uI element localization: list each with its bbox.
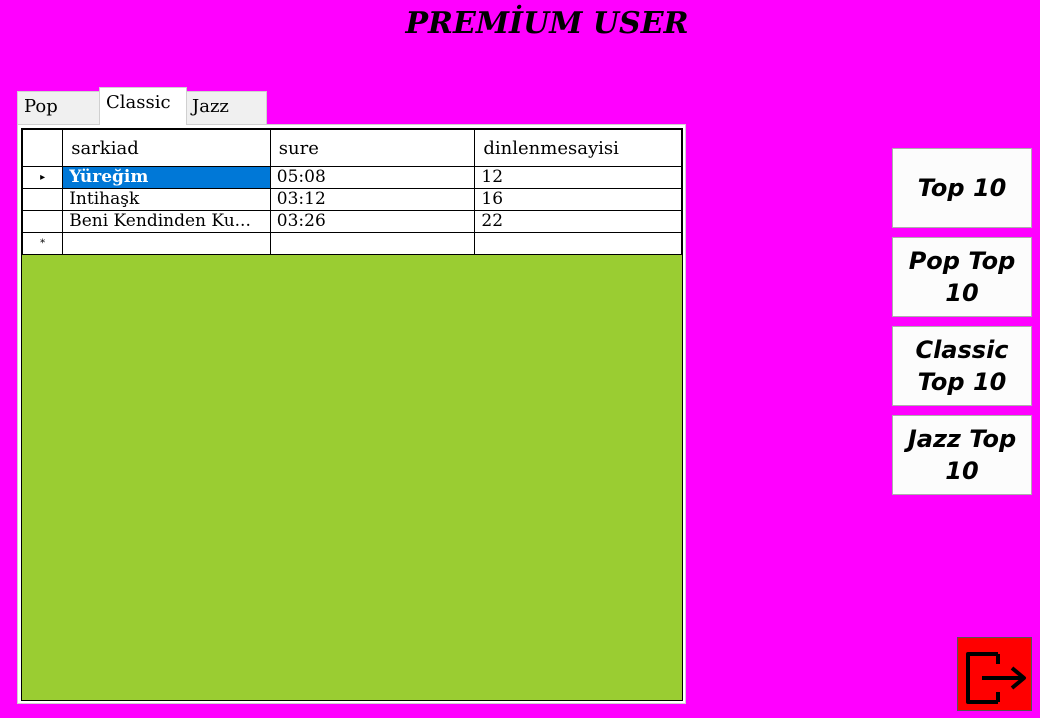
- row-header-corner: [22, 129, 64, 167]
- songs-table: sarkiad sure dinlenmesayisi ▸ Yüreğim 05…: [22, 129, 682, 255]
- cell-sarkiad[interactable]: Intihaşk: [62, 188, 271, 211]
- exit-button[interactable]: [957, 637, 1032, 711]
- row-header[interactable]: [22, 210, 64, 233]
- top10-button[interactable]: Top 10: [892, 148, 1032, 228]
- songs-grid[interactable]: sarkiad sure dinlenmesayisi ▸ Yüreğim 05…: [21, 128, 683, 701]
- new-cell-sure[interactable]: [269, 232, 476, 255]
- tab-jazz[interactable]: Jazz: [185, 91, 267, 125]
- cell-dinlenmesayisi[interactable]: 22: [474, 210, 682, 233]
- pop-top10-button[interactable]: Pop Top 10: [892, 237, 1032, 317]
- jazz-top10-button[interactable]: Jazz Top 10: [892, 415, 1032, 495]
- column-header-sarkiad[interactable]: sarkiad: [62, 129, 271, 167]
- cell-sarkiad[interactable]: Beni Kendinden Ku...: [62, 210, 271, 233]
- column-header-sure[interactable]: sure: [269, 129, 476, 167]
- row-header[interactable]: [22, 188, 64, 211]
- exit-icon: [966, 652, 1026, 704]
- column-header-dinlenmesayisi[interactable]: dinlenmesayisi: [474, 129, 682, 167]
- cell-dinlenmesayisi[interactable]: 16: [474, 188, 682, 211]
- tab-pop[interactable]: Pop: [17, 91, 101, 125]
- page-title: PREMİUM USER: [405, 6, 689, 41]
- cell-sarkiad[interactable]: Yüreğim: [62, 166, 271, 189]
- current-row-indicator-icon: ▸: [22, 166, 64, 189]
- new-cell-sarkiad[interactable]: [62, 232, 271, 255]
- table-row[interactable]: Beni Kendinden Ku... 03:26 22: [22, 210, 682, 233]
- cell-sure[interactable]: 05:08: [269, 166, 476, 189]
- cell-dinlenmesayisi[interactable]: 12: [474, 166, 682, 189]
- classic-top10-button[interactable]: Classic Top 10: [892, 326, 1032, 406]
- table-row[interactable]: ▸ Yüreğim 05:08 12: [22, 166, 682, 189]
- tab-page-classic: sarkiad sure dinlenmesayisi ▸ Yüreğim 05…: [17, 124, 686, 704]
- new-row[interactable]: *: [22, 232, 682, 255]
- new-cell-dinlenmesayisi[interactable]: [474, 232, 682, 255]
- table-row[interactable]: Intihaşk 03:12 16: [22, 188, 682, 211]
- cell-sure[interactable]: 03:26: [269, 210, 476, 233]
- tab-classic[interactable]: Classic: [99, 87, 187, 125]
- header-row: sarkiad sure dinlenmesayisi: [22, 129, 682, 167]
- new-row-icon: *: [22, 232, 64, 255]
- cell-sure[interactable]: 03:12: [269, 188, 476, 211]
